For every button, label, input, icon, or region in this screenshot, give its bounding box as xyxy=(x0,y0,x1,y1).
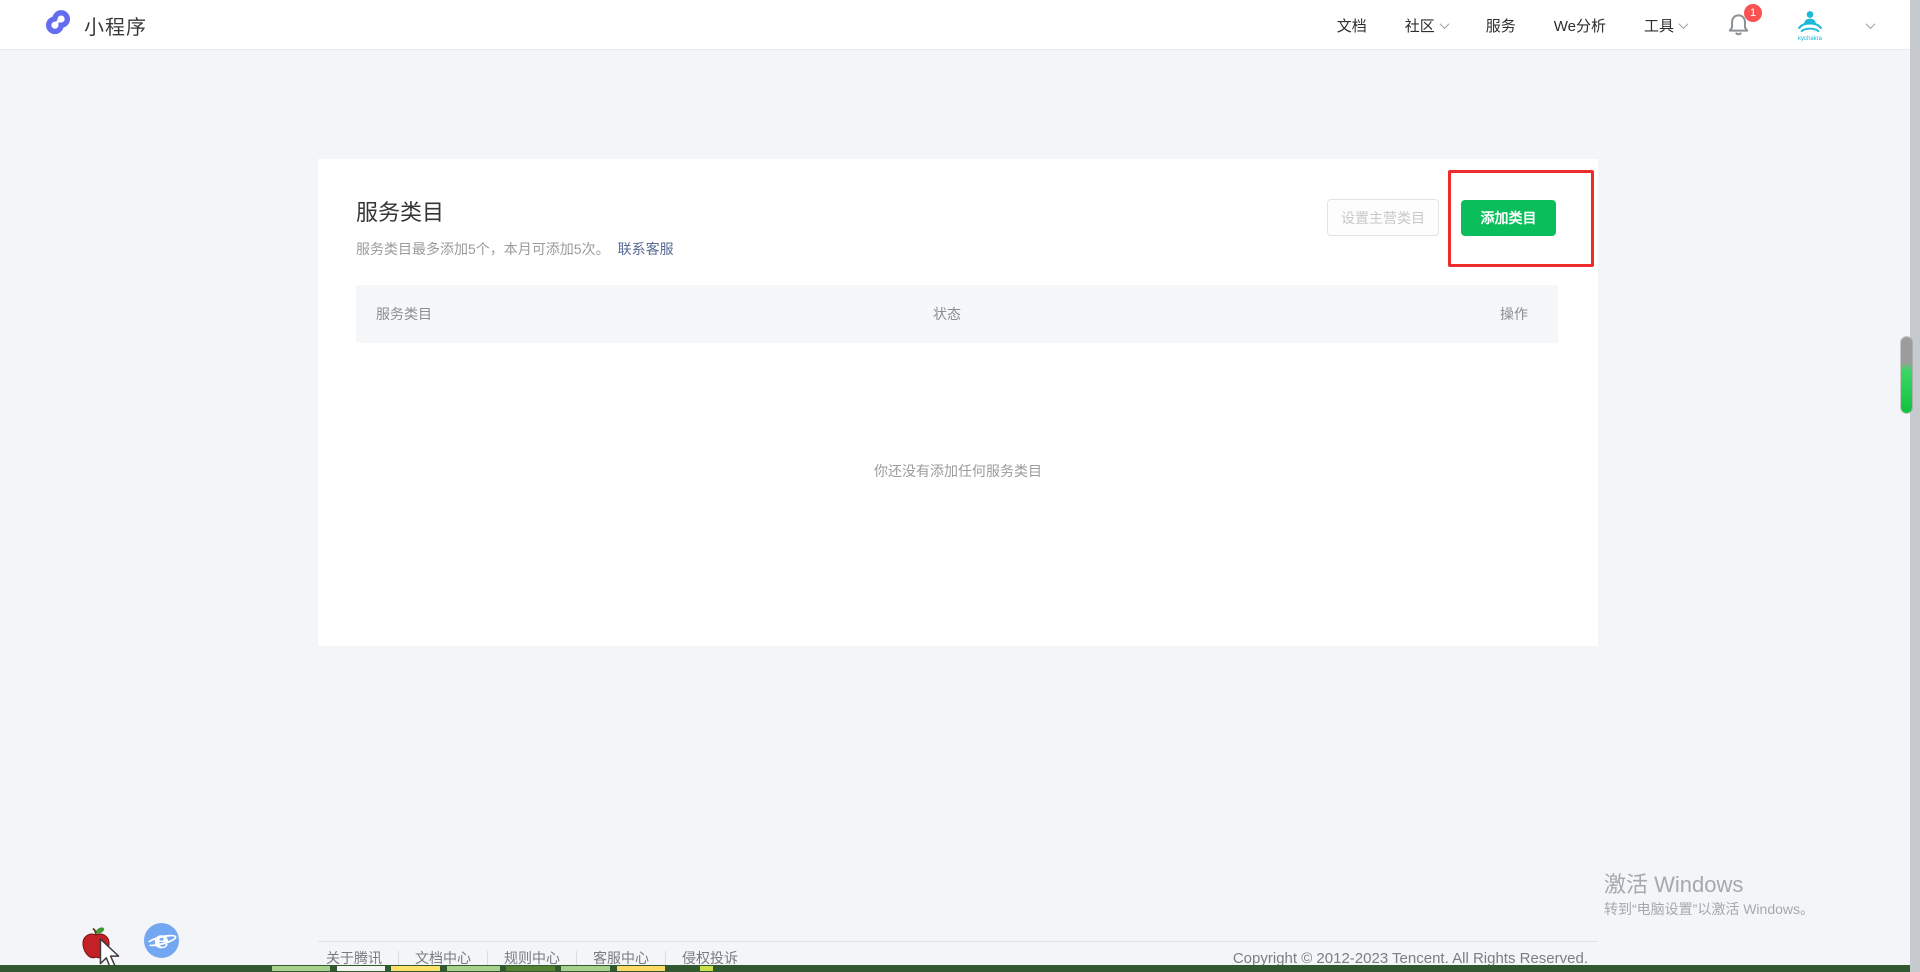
top-nav-menu: 文档 社区 服务 We分析 工具 1 xyxy=(1337,0,1874,50)
ie-letter-e: e xyxy=(154,928,169,952)
column-header-status: 状态 xyxy=(933,304,1342,324)
column-header-category: 服务类目 xyxy=(356,304,933,324)
page-title: 服务类目 xyxy=(356,195,444,227)
nav-item-we-analytics[interactable]: We分析 xyxy=(1554,15,1606,36)
notification-count-badge: 1 xyxy=(1744,4,1762,22)
nav-item-label: We分析 xyxy=(1554,15,1606,36)
account-menu-chevron-icon[interactable] xyxy=(1866,19,1876,29)
brand[interactable]: 小程序 xyxy=(42,0,147,50)
avatar-caption: kychakra xyxy=(1798,36,1822,42)
background-window-strip xyxy=(0,965,1920,972)
scrollbar-track[interactable] xyxy=(1910,0,1920,972)
miniprogram-logo-icon xyxy=(42,7,74,44)
nav-item-label: 服务 xyxy=(1486,15,1516,36)
page-footer: 关于腾讯 文档中心 规则中心 客服中心 侵权投诉 Copyright © 201… xyxy=(318,941,1598,967)
service-category-card: 服务类目 服务类目最多添加5个，本月可添加5次。联系客服 设置主营类目 添加类目… xyxy=(318,159,1598,646)
page-subtitle: 服务类目最多添加5个，本月可添加5次。联系客服 xyxy=(356,239,674,259)
nav-item-docs[interactable]: 文档 xyxy=(1337,15,1367,36)
footer-link-infringement[interactable]: 侵权投诉 xyxy=(666,951,754,966)
avatar-figure-icon xyxy=(1795,9,1825,35)
app-title: 小程序 xyxy=(84,11,147,40)
contact-support-link[interactable]: 联系客服 xyxy=(618,241,674,257)
windows-activation-watermark: 激活 Windows 转到“电脑设置”以激活 Windows。 xyxy=(1604,872,1814,920)
notification-bell-button[interactable]: 1 xyxy=(1725,11,1753,39)
nav-item-label: 社区 xyxy=(1405,15,1435,36)
chevron-down-icon xyxy=(1439,19,1449,29)
scrollbar-thumb[interactable] xyxy=(1901,337,1912,413)
footer-link-support-center[interactable]: 客服中心 xyxy=(577,951,666,966)
user-avatar[interactable]: kychakra xyxy=(1791,9,1829,42)
column-header-action: 操作 xyxy=(1342,304,1558,324)
nav-item-services[interactable]: 服务 xyxy=(1486,15,1516,36)
top-navigation-bar: 小程序 文档 社区 服务 We分析 工具 xyxy=(0,0,1920,50)
internet-explorer-icon: e xyxy=(144,923,179,958)
footer-link-rules-center[interactable]: 规则中心 xyxy=(488,951,577,966)
page: 小程序 文档 社区 服务 We分析 工具 xyxy=(0,0,1920,972)
watermark-line2: 转到“电脑设置”以激活 Windows。 xyxy=(1604,898,1814,920)
set-main-category-button[interactable]: 设置主营类目 xyxy=(1327,199,1439,236)
subtitle-text: 服务类目最多添加5个，本月可添加5次。 xyxy=(356,241,610,257)
empty-state-text: 你还没有添加任何服务类目 xyxy=(318,461,1598,481)
nav-item-tools[interactable]: 工具 xyxy=(1644,15,1687,36)
nav-item-label: 文档 xyxy=(1337,15,1367,36)
watermark-line1: 激活 Windows xyxy=(1604,872,1814,898)
nav-item-community[interactable]: 社区 xyxy=(1405,15,1448,36)
footer-link-about-tencent[interactable]: 关于腾讯 xyxy=(318,951,399,966)
nav-item-label: 工具 xyxy=(1644,15,1674,36)
footer-link-doc-center[interactable]: 文档中心 xyxy=(399,951,488,966)
table-header-row: 服务类目 状态 操作 xyxy=(356,285,1558,343)
chevron-down-icon xyxy=(1679,19,1689,29)
add-category-button[interactable]: 添加类目 xyxy=(1461,200,1556,236)
